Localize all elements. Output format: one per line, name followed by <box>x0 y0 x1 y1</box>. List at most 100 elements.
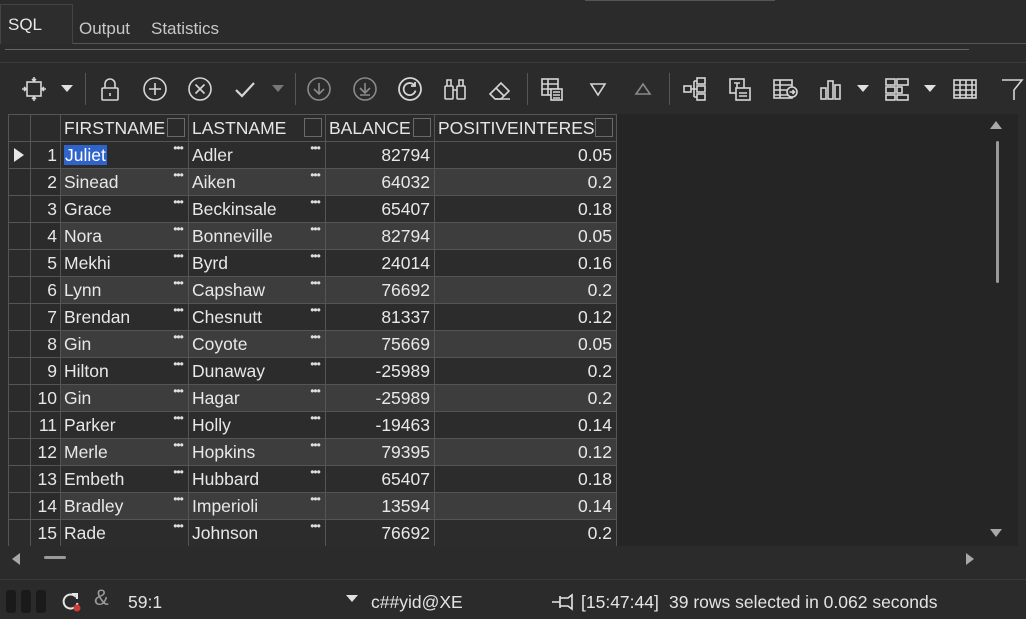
cell-ellipsis-icon[interactable]: ••• <box>170 521 186 535</box>
row-marker[interactable] <box>8 249 31 277</box>
cell-ellipsis-icon[interactable]: ••• <box>170 224 186 238</box>
column-header-firstname[interactable]: FIRSTNAME <box>60 114 189 142</box>
cell-balance[interactable]: 64032 <box>325 168 435 196</box>
cell-lastname[interactable]: Holly ••• <box>188 411 326 439</box>
column-header-balance[interactable]: BALANCE <box>325 114 435 142</box>
cell-positiveinterest[interactable]: 0.12 <box>434 303 617 331</box>
table-row[interactable]: 8 Gin ••• Coyote ••• 75669 0.05 <box>8 330 617 358</box>
cell-lastname[interactable]: Byrd ••• <box>188 249 326 277</box>
row-marker[interactable] <box>8 465 31 493</box>
cell-lastname[interactable]: Hagar ••• <box>188 384 326 412</box>
table-row[interactable]: 12 Merle ••• Hopkins ••• 79395 0.12 <box>8 438 617 466</box>
refresh-red-icon[interactable] <box>58 588 84 614</box>
cell-firstname[interactable]: Sinead ••• <box>60 168 189 196</box>
table-row[interactable]: 6 Lynn ••• Capshaw ••• 76692 0.2 <box>8 276 617 304</box>
connection-name[interactable]: c##yid@XE <box>371 591 463 613</box>
row-marker[interactable] <box>8 222 31 250</box>
scroll-left-arrow-icon[interactable] <box>12 553 20 565</box>
cell-lastname[interactable]: Adler ••• <box>188 141 326 169</box>
pivot-dropdown-icon[interactable] <box>924 85 936 92</box>
row-marker[interactable] <box>8 384 31 412</box>
table-row[interactable]: 10 Gin ••• Hagar ••• -25989 0.2 <box>8 384 617 412</box>
cell-ellipsis-icon[interactable]: ••• <box>307 170 323 184</box>
horizontal-scroll-thumb[interactable] <box>44 556 66 559</box>
table-export-icon[interactable] <box>769 73 801 105</box>
pin-icon[interactable] <box>550 589 576 615</box>
vertical-scroll-thumb[interactable] <box>996 141 999 283</box>
cell-positiveinterest[interactable]: 0.16 <box>434 249 617 277</box>
table-row[interactable]: 7 Brendan ••• Chesnutt ••• 81337 0.12 <box>8 303 617 331</box>
row-marker[interactable] <box>8 195 31 223</box>
column-header-lastname[interactable]: LASTNAME <box>188 114 326 142</box>
cell-ellipsis-icon[interactable]: ••• <box>307 413 323 427</box>
cell-firstname[interactable]: Rade ••• <box>60 519 189 546</box>
cell-lastname[interactable]: Imperioli ••• <box>188 492 326 520</box>
column-header-positiveinterest[interactable]: POSITIVEINTEREST <box>434 114 617 142</box>
cell-positiveinterest[interactable]: 0.12 <box>434 438 617 466</box>
cell-lastname[interactable]: Aiken ••• <box>188 168 326 196</box>
cell-ellipsis-icon[interactable]: ••• <box>170 305 186 319</box>
cell-firstname[interactable]: Merle ••• <box>60 438 189 466</box>
row-marker[interactable] <box>8 357 31 385</box>
cell-balance[interactable]: -25989 <box>325 384 435 412</box>
text-export-icon[interactable] <box>724 73 756 105</box>
cell-ellipsis-icon[interactable]: ••• <box>307 494 323 508</box>
cell-positiveinterest[interactable]: 0.14 <box>434 411 617 439</box>
cell-ellipsis-icon[interactable]: ••• <box>170 494 186 508</box>
cell-firstname[interactable]: Lynn ••• <box>60 276 189 304</box>
cell-positiveinterest[interactable]: 0.2 <box>434 384 617 412</box>
grid-columns-icon[interactable] <box>536 73 568 105</box>
cell-lastname[interactable]: Dunaway ••• <box>188 357 326 385</box>
cell-firstname[interactable]: Juliet ••• <box>60 141 189 169</box>
tree-icon[interactable] <box>679 73 711 105</box>
cell-positiveinterest[interactable]: 0.2 <box>434 276 617 304</box>
lock-icon[interactable] <box>94 73 126 105</box>
sort-descending-icon[interactable] <box>582 73 614 105</box>
row-marker[interactable] <box>8 411 31 439</box>
row-marker[interactable] <box>8 141 31 169</box>
cell-firstname[interactable]: Hilton ••• <box>60 357 189 385</box>
cell-ellipsis-icon[interactable]: ••• <box>170 440 186 454</box>
tab-sql[interactable]: SQL <box>0 4 73 44</box>
freeze-dropdown-icon[interactable] <box>61 85 73 92</box>
import-icon[interactable] <box>303 73 335 105</box>
connection-dropdown-icon[interactable] <box>346 595 358 602</box>
cell-ellipsis-icon[interactable]: ••• <box>307 278 323 292</box>
table-row[interactable]: 13 Embeth ••• Hubbard ••• 65407 0.18 <box>8 465 617 493</box>
cell-ellipsis-icon[interactable]: ••• <box>307 386 323 400</box>
cell-firstname[interactable]: Mekhi ••• <box>60 249 189 277</box>
row-marker[interactable] <box>8 330 31 358</box>
filter-icon[interactable] <box>994 73 1026 105</box>
scroll-up-arrow-icon[interactable] <box>990 121 1002 129</box>
cell-ellipsis-icon[interactable]: ••• <box>170 170 186 184</box>
cell-balance[interactable]: 82794 <box>325 141 435 169</box>
cell-positiveinterest[interactable]: 0.2 <box>434 168 617 196</box>
cell-lastname[interactable]: Hopkins ••• <box>188 438 326 466</box>
cell-firstname[interactable]: Gin ••• <box>60 384 189 412</box>
table-row[interactable]: 14 Bradley ••• Imperioli ••• 13594 0.14 <box>8 492 617 520</box>
cell-ellipsis-icon[interactable]: ••• <box>170 467 186 481</box>
eraser-icon[interactable] <box>484 73 516 105</box>
table-view-icon[interactable] <box>949 73 981 105</box>
cell-balance[interactable]: 76692 <box>325 276 435 304</box>
row-marker[interactable] <box>8 303 31 331</box>
sort-ascending-icon[interactable] <box>627 73 659 105</box>
cell-ellipsis-icon[interactable]: ••• <box>170 386 186 400</box>
cell-firstname[interactable]: Brendan ••• <box>60 303 189 331</box>
cell-balance[interactable]: 65407 <box>325 465 435 493</box>
cell-ellipsis-icon[interactable]: ••• <box>170 251 186 265</box>
cell-positiveinterest[interactable]: 0.05 <box>434 222 617 250</box>
cell-lastname[interactable]: Capshaw ••• <box>188 276 326 304</box>
cell-balance[interactable]: 81337 <box>325 303 435 331</box>
cell-balance[interactable]: 79395 <box>325 438 435 466</box>
cell-positiveinterest[interactable]: 0.2 <box>434 357 617 385</box>
cell-balance[interactable]: 13594 <box>325 492 435 520</box>
cell-ellipsis-icon[interactable]: ••• <box>170 332 186 346</box>
row-marker[interactable] <box>8 519 31 546</box>
cell-firstname[interactable]: Embeth ••• <box>60 465 189 493</box>
scroll-right-arrow-icon[interactable] <box>966 553 974 565</box>
cell-ellipsis-icon[interactable]: ••• <box>307 440 323 454</box>
freeze-view-icon[interactable] <box>18 73 50 105</box>
pane-splitter[interactable] <box>5 44 969 50</box>
cell-balance[interactable]: 65407 <box>325 195 435 223</box>
